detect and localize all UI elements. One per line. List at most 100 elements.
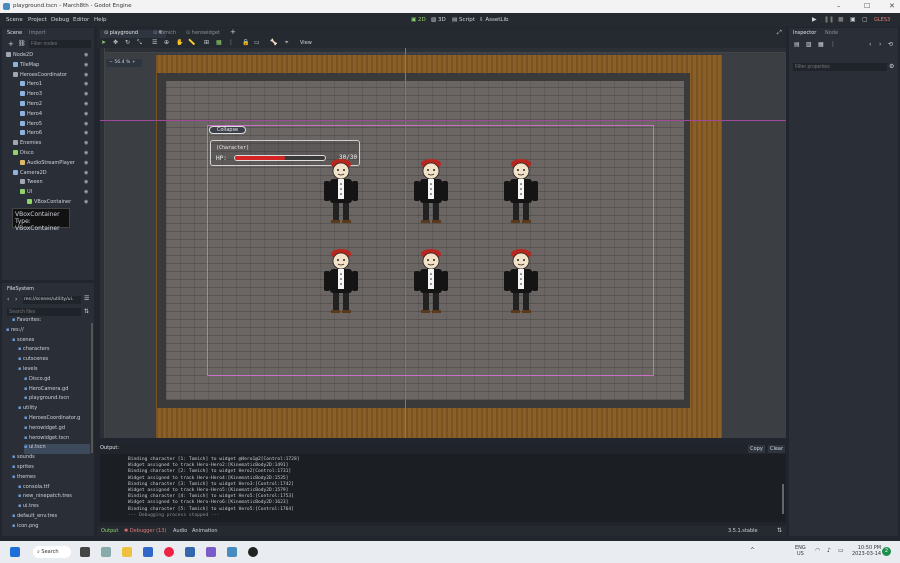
tab-tomich[interactable]: ⊙ Tomich [153, 30, 176, 36]
link-icon[interactable]: ⛓ [18, 40, 26, 47]
more-icon[interactable]: ⋮ [228, 39, 234, 46]
copy-button[interactable]: Copy [748, 445, 765, 453]
file-item[interactable]: ▪ res:// [6, 327, 24, 337]
add-node-icon[interactable]: + [8, 40, 14, 48]
ruler-icon[interactable]: 📏 [188, 39, 195, 46]
menu-scene[interactable]: Scene [6, 17, 23, 23]
tree-node[interactable]: UI [20, 189, 32, 199]
visibility-eye-icon[interactable]: ◉ [84, 91, 88, 97]
filter-nodes-input[interactable] [29, 40, 91, 48]
search-files-input[interactable] [7, 308, 81, 316]
tab-node[interactable]: Node [825, 30, 838, 36]
renderer-select[interactable]: GLES3 [874, 17, 890, 23]
filesystem-scrollbar[interactable] [91, 323, 93, 453]
path-field[interactable]: res://scenes/utility/ui. [23, 296, 81, 304]
tab-herowidget[interactable]: ⊙ herowidget [186, 30, 220, 36]
tree-node[interactable]: Node2D [6, 52, 33, 62]
snap-icon[interactable]: ⊞ [204, 39, 209, 46]
tab-audio[interactable]: Audio [173, 528, 187, 534]
tree-node[interactable]: TileMap [13, 61, 39, 72]
distraction-free-icon[interactable]: ⤢ [777, 29, 782, 37]
tab-animation[interactable]: Animation [192, 528, 218, 534]
play-icon[interactable]: ▶ [812, 16, 817, 23]
tab-debugger[interactable]: ✱ Debugger (13) [124, 528, 166, 534]
visibility-eye-icon[interactable]: ◉ [84, 111, 88, 117]
visibility-eye-icon[interactable]: ◉ [84, 150, 88, 156]
file-item[interactable]: ▪ default_env.tres [12, 513, 57, 523]
stop-icon[interactable]: ■ [838, 16, 844, 23]
file-item[interactable]: ▪ sounds [12, 454, 35, 464]
skeleton-icon[interactable]: 🦴 [270, 39, 277, 46]
tree-node[interactable]: Hero4 [20, 110, 42, 121]
panel-toggle-icon[interactable]: ⇅ [777, 527, 782, 534]
filter-properties-input[interactable] [793, 63, 887, 71]
grid-snap-icon[interactable]: ▦ [216, 39, 222, 46]
lock-icon[interactable]: 🔒 [242, 39, 249, 46]
file-item[interactable]: ▪ HeroesCoordinator.g [24, 415, 80, 425]
pivot-icon[interactable]: ⊕ [164, 39, 169, 46]
close-icon[interactable]: ✕ [889, 2, 895, 10]
group-icon[interactable]: ▭ [254, 39, 260, 46]
file-item[interactable]: ▪ new_ninepatch.tres [18, 493, 72, 503]
file-explorer-icon[interactable] [122, 547, 132, 557]
output-log[interactable]: Binding character [1: Tomich] to widget … [100, 454, 786, 522]
notification-badge[interactable]: 2 [882, 547, 891, 556]
windows-start-icon[interactable] [10, 547, 20, 557]
view-menu[interactable]: View [300, 40, 312, 46]
zoom-out-icon[interactable]: − [109, 60, 113, 65]
visibility-eye-icon[interactable]: ◉ [84, 170, 88, 176]
file-item[interactable]: ▪ consola.ttf [18, 484, 49, 494]
history-back-icon[interactable]: ‹ [869, 41, 871, 48]
scale-tool-icon[interactable]: ⤡ [137, 39, 142, 47]
tree-node[interactable]: Hero1 [20, 81, 42, 91]
back-icon[interactable]: ‹ [7, 296, 9, 303]
file-item[interactable]: ▪ ui.tscn [24, 444, 90, 455]
properties-settings-icon[interactable]: ⚙ [889, 63, 894, 70]
tree-node[interactable]: Disco [13, 150, 34, 160]
file-item[interactable]: ▪ Favorites: [12, 317, 41, 327]
tab-output[interactable]: Output [101, 528, 118, 534]
file-item[interactable]: ▪ Disco.gd [24, 376, 51, 386]
file-item[interactable]: ▪ sprites [12, 464, 34, 474]
language-indicator[interactable]: ENG US [795, 545, 806, 557]
play-scene-icon[interactable]: ▣ [850, 16, 856, 23]
list-select-icon[interactable]: ☰ [152, 39, 157, 46]
workspace-3d[interactable]: ▧ 3D [431, 17, 446, 23]
visibility-eye-icon[interactable]: ◉ [84, 121, 88, 127]
tree-node[interactable]: Tween [20, 179, 43, 189]
load-resource-icon[interactable]: ▧ [806, 41, 812, 48]
tab-scene[interactable]: Scene [7, 30, 22, 36]
file-item[interactable]: ▪ HeroCamera.gd [24, 386, 68, 396]
pause-icon[interactable]: ❚❚ [824, 16, 834, 23]
workspace-2d[interactable]: ▣ 2D [411, 17, 426, 23]
file-item[interactable]: ▪ levels [18, 366, 37, 376]
collapse-button[interactable]: Collapse [209, 126, 246, 134]
visibility-eye-icon[interactable]: ◉ [84, 62, 88, 68]
new-resource-icon[interactable]: ▤ [794, 41, 800, 48]
app-icon-2[interactable] [206, 547, 216, 557]
tree-node[interactable]: Enemies [13, 140, 41, 150]
maximize-icon[interactable]: ☐ [864, 2, 870, 10]
file-item[interactable]: ▪ playground.tscn [24, 395, 69, 405]
output-scrollbar[interactable] [782, 484, 784, 514]
tree-node[interactable]: HeroesCoordinator [13, 71, 67, 82]
zoom-indicator[interactable]: − 56.4 % + [106, 59, 142, 67]
taskbar-search[interactable]: ⌕ Search [33, 546, 71, 558]
tree-node[interactable]: Hero3 [20, 91, 42, 101]
visibility-eye-icon[interactable]: ◉ [84, 81, 88, 87]
file-item[interactable]: ▪ herowidget.tscn [24, 435, 69, 445]
add-tab-icon[interactable]: + [230, 28, 236, 36]
visibility-eye-icon[interactable]: ◉ [84, 199, 88, 205]
forward-icon[interactable]: › [15, 296, 17, 303]
menu-project[interactable]: Project [28, 17, 47, 23]
clear-button[interactable]: Clear [768, 445, 785, 453]
file-item[interactable]: ▪ scenes [12, 337, 34, 347]
sort-icon[interactable]: ⇅ [84, 308, 89, 315]
visibility-eye-icon[interactable]: ◉ [84, 101, 88, 107]
file-item[interactable]: ▪ themes [12, 474, 36, 484]
file-item[interactable]: ▪ characters [18, 346, 50, 356]
camera-override-icon[interactable]: ⌖ [285, 39, 288, 47]
save-resource-icon[interactable]: ▦ [818, 41, 824, 48]
widgets-icon[interactable] [101, 547, 111, 557]
menu-debug[interactable]: Debug [51, 17, 69, 23]
